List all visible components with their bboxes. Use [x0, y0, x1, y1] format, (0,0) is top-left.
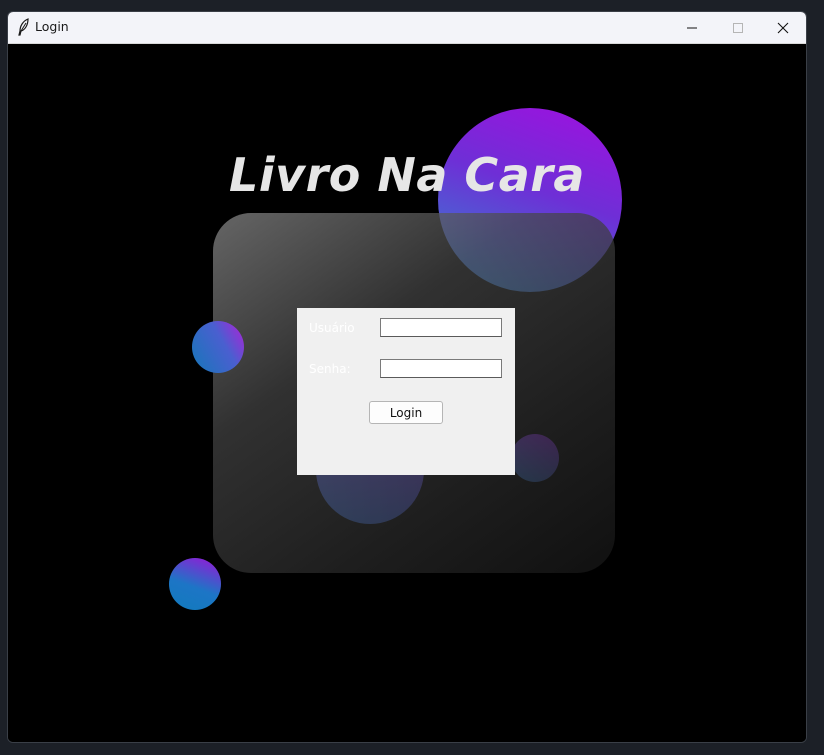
minimize-button[interactable]	[669, 12, 715, 43]
decorative-bubble-bottom	[169, 558, 221, 610]
title-bar[interactable]: Login	[8, 12, 806, 44]
decorative-bubble-left	[192, 321, 244, 373]
close-icon	[777, 22, 789, 34]
password-input[interactable]	[380, 359, 502, 378]
login-window: Login Livro Na Cara Usuário Senha: Login	[7, 11, 807, 743]
maximize-icon	[733, 23, 743, 33]
app-title: Livro Na Cara	[229, 148, 585, 202]
username-input[interactable]	[380, 318, 502, 337]
background-canvas: Livro Na Cara Usuário Senha: Login	[8, 44, 806, 742]
minimize-icon	[687, 27, 697, 29]
window-title: Login	[35, 19, 69, 34]
password-label: Senha:	[309, 362, 351, 376]
maximize-button[interactable]	[715, 12, 761, 43]
login-form: Usuário Senha: Login	[297, 308, 515, 475]
username-label: Usuário	[309, 321, 355, 335]
feather-icon	[17, 18, 31, 36]
close-button[interactable]	[760, 12, 806, 43]
login-button[interactable]: Login	[369, 401, 443, 424]
